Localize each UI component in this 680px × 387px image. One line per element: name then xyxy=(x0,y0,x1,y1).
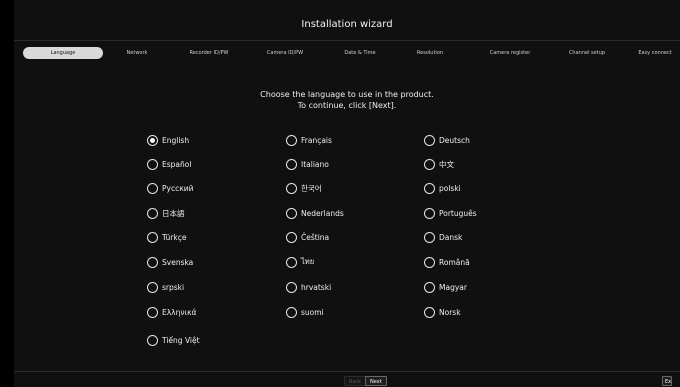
radio-icon[interactable] xyxy=(286,182,297,194)
language-label: Português xyxy=(439,208,477,218)
wizard-steps: Language Network Recorder ID/PW Camera I… xyxy=(14,47,680,60)
language-label: Magyar xyxy=(439,282,467,292)
instruction-line-1: Choose the language to use in the produc… xyxy=(260,90,434,99)
language-label: Română xyxy=(439,257,470,267)
language-option-polski[interactable]: polski xyxy=(424,181,461,195)
language-label: Svenska xyxy=(162,257,194,267)
language-option-dansk[interactable]: Dansk xyxy=(424,230,462,244)
step-date-time[interactable]: Date & Time xyxy=(332,47,388,59)
radio-icon[interactable] xyxy=(286,231,297,243)
language-option-romana[interactable]: Română xyxy=(424,255,470,269)
step-easy-connect[interactable]: Easy connect xyxy=(632,47,678,59)
radio-icon[interactable] xyxy=(147,334,158,346)
next-button[interactable]: Next xyxy=(365,376,387,386)
step-camera-register[interactable]: Camera register xyxy=(478,47,542,59)
step-network[interactable]: Network xyxy=(111,47,163,59)
radio-icon[interactable] xyxy=(286,207,297,219)
radio-icon[interactable] xyxy=(147,306,158,318)
language-option-svenska[interactable]: Svenska xyxy=(147,255,193,269)
language-option-russian[interactable]: Русский xyxy=(147,181,194,195)
language-option-japanese[interactable]: 日本語 xyxy=(147,206,185,220)
radio-icon[interactable] xyxy=(424,281,435,293)
language-label: Čeština xyxy=(301,232,330,242)
step-recorder-id-pw[interactable]: Recorder ID/PW xyxy=(178,47,240,59)
radio-icon[interactable] xyxy=(424,231,435,243)
step-resolution[interactable]: Resolution xyxy=(402,47,458,59)
language-label: Deutsch xyxy=(439,135,470,145)
wizard-window: Installation wizard Language Network Rec… xyxy=(14,0,680,387)
radio-icon[interactable] xyxy=(147,281,158,293)
radio-icon[interactable] xyxy=(286,134,297,146)
radio-icon[interactable] xyxy=(424,182,435,194)
language-option-thai[interactable]: ไทย xyxy=(286,255,314,269)
language-option-vietnamese[interactable]: Tiếng Việt xyxy=(147,333,200,347)
step-language[interactable]: Language xyxy=(23,47,103,59)
language-label: 日本語 xyxy=(162,208,185,218)
language-option-english[interactable]: English xyxy=(147,133,189,147)
instruction-line-2: To continue, click [Next]. xyxy=(297,101,397,110)
language-option-nederlands[interactable]: Nederlands xyxy=(286,206,344,220)
back-button[interactable]: Back xyxy=(344,376,367,386)
radio-icon[interactable] xyxy=(286,158,297,170)
language-label: ไทย xyxy=(301,257,315,266)
instruction-text: Choose the language to use in the produc… xyxy=(14,89,680,111)
language-option-suomi[interactable]: suomi xyxy=(286,305,324,319)
language-label: polski xyxy=(439,183,461,193)
radio-icon[interactable] xyxy=(147,256,158,268)
language-label: Dansk xyxy=(439,232,463,242)
language-label: srpski xyxy=(162,282,185,292)
language-label: Norsk xyxy=(439,307,461,317)
language-label: Nederlands xyxy=(301,208,344,218)
step-camera-id-pw[interactable]: Camera ID/PW xyxy=(256,47,314,59)
language-label: 한국어 xyxy=(301,183,322,193)
language-label: Русский xyxy=(162,183,194,193)
step-channel-setup[interactable]: Channel setup xyxy=(556,47,618,59)
radio-icon[interactable] xyxy=(424,207,435,219)
radio-icon[interactable] xyxy=(424,158,435,170)
radio-icon[interactable] xyxy=(147,231,158,243)
language-label: Tiếng Việt xyxy=(162,335,200,345)
language-label: hrvatski xyxy=(301,282,332,292)
radio-icon[interactable] xyxy=(286,306,297,318)
language-label: Italiano xyxy=(301,159,329,169)
radio-icon[interactable] xyxy=(286,256,297,268)
language-label: Ελληνικά xyxy=(162,307,197,317)
language-option-srpski[interactable]: srpski xyxy=(147,280,184,294)
language-option-italiano[interactable]: Italiano xyxy=(286,157,329,171)
language-label: Español xyxy=(162,159,192,169)
language-option-norsk[interactable]: Norsk xyxy=(424,305,461,319)
radio-icon[interactable] xyxy=(147,182,158,194)
language-label: English xyxy=(162,135,190,145)
language-label: suomi xyxy=(301,307,324,317)
radio-selected-icon[interactable] xyxy=(147,134,158,146)
language-label: 中文 xyxy=(439,159,454,169)
language-option-korean[interactable]: 한국어 xyxy=(286,181,322,195)
language-label: Türkçe xyxy=(162,232,187,242)
language-option-francais[interactable]: Français xyxy=(286,133,332,147)
radio-icon[interactable] xyxy=(424,134,435,146)
exit-button[interactable]: Exit xyxy=(662,376,672,386)
radio-icon[interactable] xyxy=(424,306,435,318)
language-option-hrvatski[interactable]: hrvatski xyxy=(286,280,331,294)
language-option-magyar[interactable]: Magyar xyxy=(424,280,467,294)
radio-icon[interactable] xyxy=(147,158,158,170)
radio-icon[interactable] xyxy=(424,256,435,268)
language-option-espanol[interactable]: Español xyxy=(147,157,191,171)
language-option-deutsch[interactable]: Deutsch xyxy=(424,133,470,147)
language-option-cestina[interactable]: Čeština xyxy=(286,230,329,244)
radio-icon[interactable] xyxy=(147,207,158,219)
radio-icon[interactable] xyxy=(286,281,297,293)
language-option-greek[interactable]: Ελληνικά xyxy=(147,305,196,319)
wizard-title: Installation wizard xyxy=(301,19,393,30)
footer-divider xyxy=(14,371,680,372)
language-option-portugues[interactable]: Português xyxy=(424,206,477,220)
language-option-turkce[interactable]: Türkçe xyxy=(147,230,186,244)
language-option-chinese[interactable]: 中文 xyxy=(424,157,454,171)
language-label: Français xyxy=(301,135,332,145)
header-divider xyxy=(14,40,680,41)
